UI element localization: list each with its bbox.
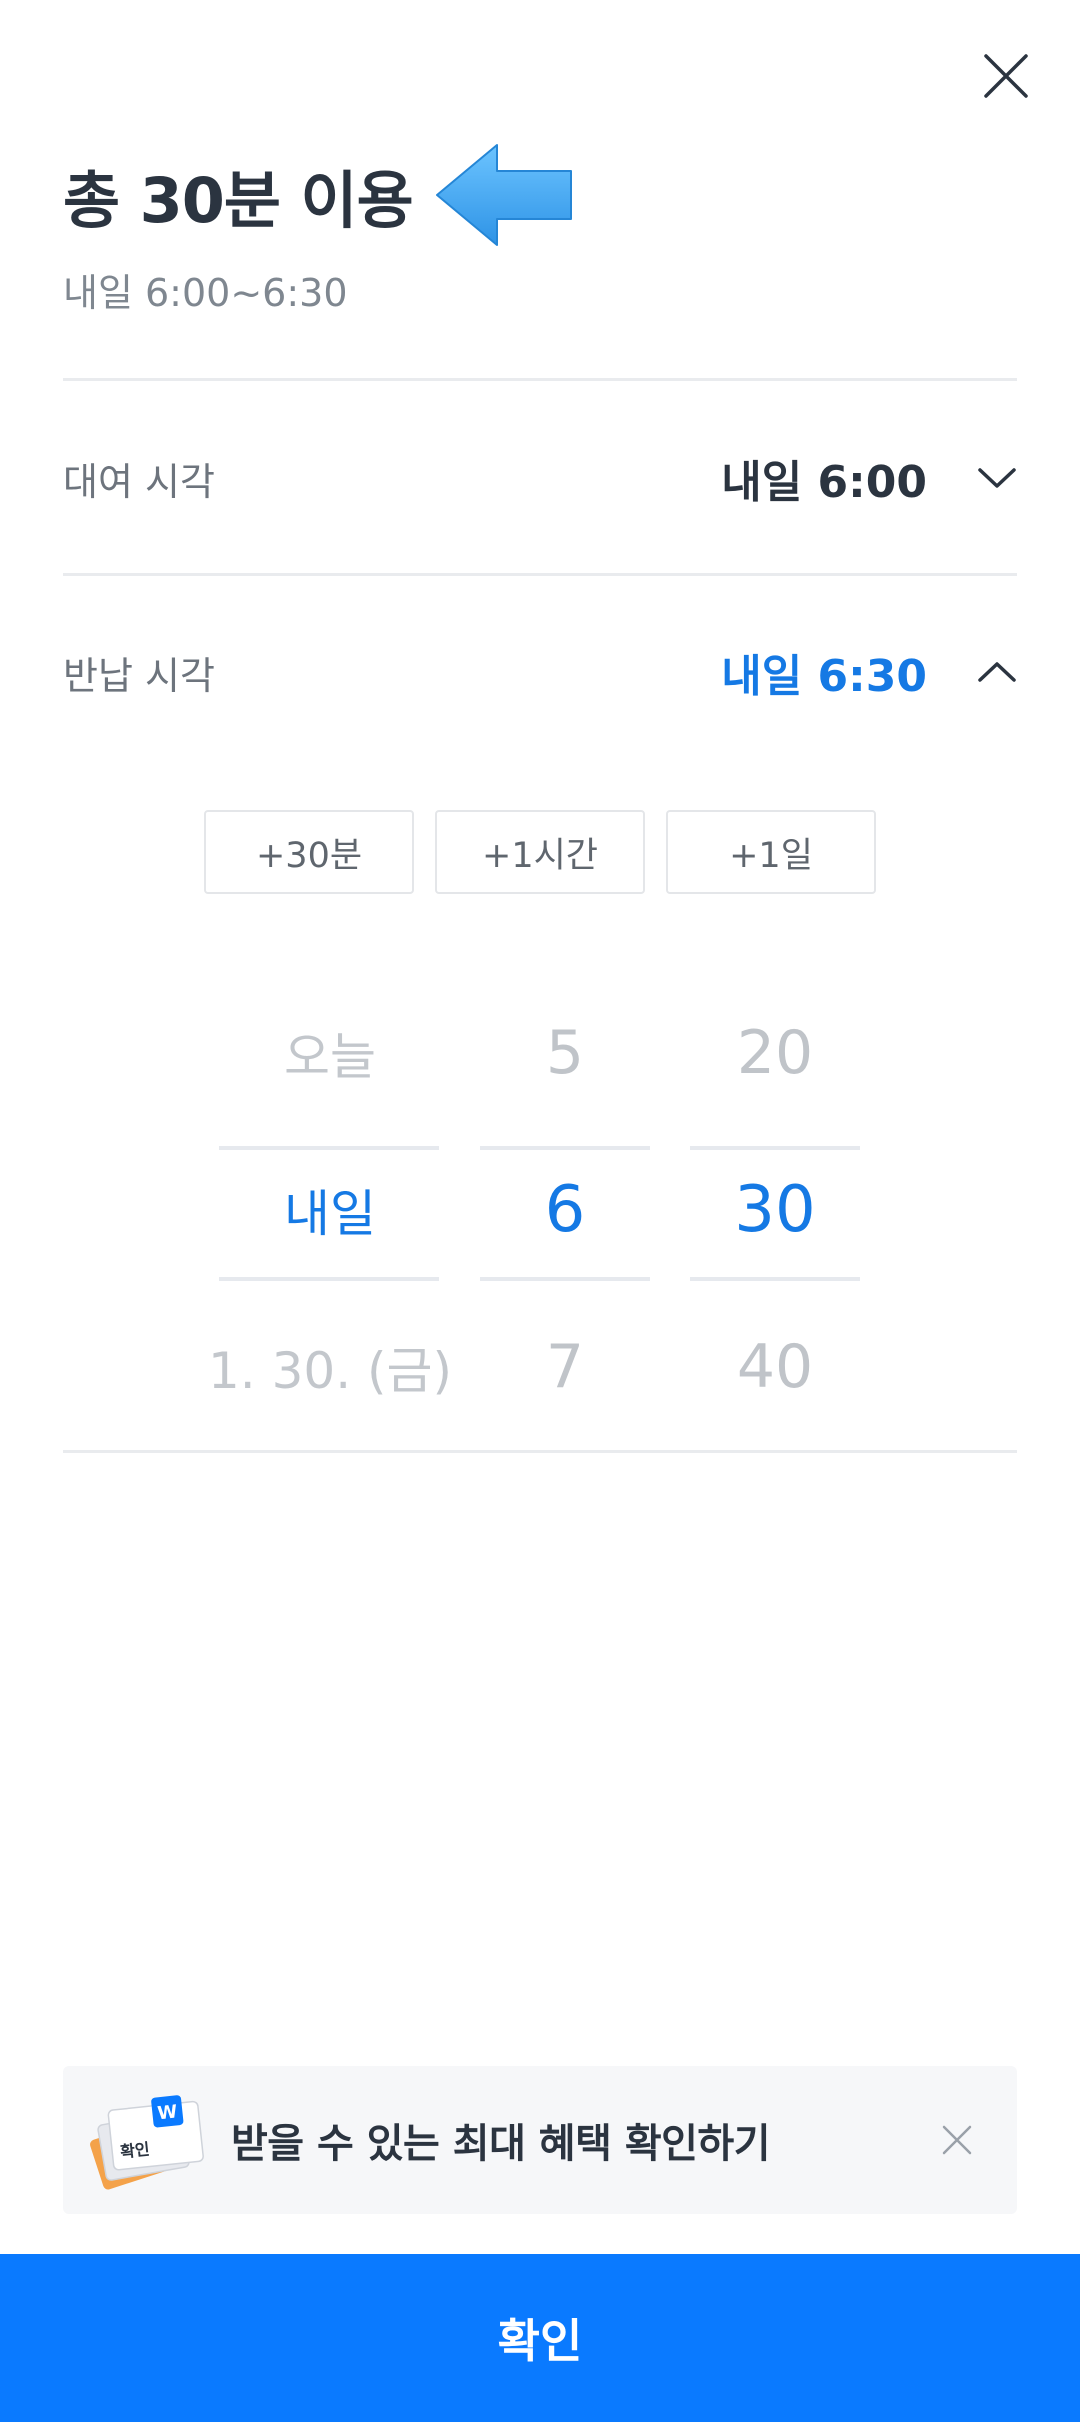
minute-option-prev[interactable]: 20: [690, 983, 860, 1123]
minute-selection-line: [690, 1277, 860, 1281]
return-time-row[interactable]: 반납 시각 내일 6:30: [63, 602, 1017, 742]
pointer-arrow-icon: [436, 144, 572, 246]
coupon-cards-icon: W 확인: [90, 2095, 204, 2190]
close-icon: [942, 2125, 972, 2155]
add-1day-button[interactable]: +1일: [666, 810, 876, 894]
day-option-prev[interactable]: 오늘: [200, 983, 460, 1123]
svg-text:W: W: [156, 2101, 178, 2124]
add-30min-button[interactable]: +30분: [204, 810, 414, 894]
banner-close-button[interactable]: [927, 2110, 987, 2170]
confirm-button[interactable]: 확인: [0, 2254, 1080, 2422]
chevron-down-icon: [977, 458, 1017, 498]
hour-option-prev[interactable]: 5: [480, 983, 650, 1123]
benefit-banner-text: 받을 수 있는 최대 혜택 확인하기: [231, 2121, 771, 2167]
add-1hour-button[interactable]: +1시간: [435, 810, 645, 894]
day-selection-line: [219, 1277, 439, 1281]
day-option-selected[interactable]: 내일: [200, 1140, 460, 1280]
hour-selection-line: [480, 1277, 650, 1281]
divider: [63, 573, 1017, 576]
rental-time-row[interactable]: 대여 시각 내일 6:00: [63, 408, 1017, 548]
hour-option-next[interactable]: 7: [480, 1297, 650, 1437]
divider: [63, 1450, 1017, 1453]
minute-option-next[interactable]: 40: [690, 1297, 860, 1437]
chevron-up-icon: [977, 652, 1017, 692]
minute-option-selected[interactable]: 30: [690, 1140, 860, 1280]
return-time-value: 내일 6:30: [721, 651, 927, 702]
page-title: 총 30분 이용: [63, 164, 414, 237]
return-time-label: 반납 시각: [63, 653, 215, 698]
rental-time-label: 대여 시각: [63, 459, 215, 504]
day-option-next[interactable]: 1. 30. (금): [200, 1297, 460, 1437]
close-icon: [984, 54, 1028, 98]
rental-time-value: 내일 6:00: [721, 457, 927, 508]
return-time-sheet: 총 30분 이용 내일 6:00~6:30 대여 시각 내일 6:00 반납 시…: [0, 0, 1080, 2422]
usage-time-range: 내일 6:00~6:30: [63, 271, 348, 315]
close-button[interactable]: [975, 45, 1037, 107]
divider: [63, 378, 1017, 381]
hour-option-selected[interactable]: 6: [480, 1140, 650, 1280]
benefit-banner[interactable]: W 확인 받을 수 있는 최대 혜택 확인하기: [63, 2066, 1017, 2214]
svg-text:확인: 확인: [119, 2139, 150, 2161]
